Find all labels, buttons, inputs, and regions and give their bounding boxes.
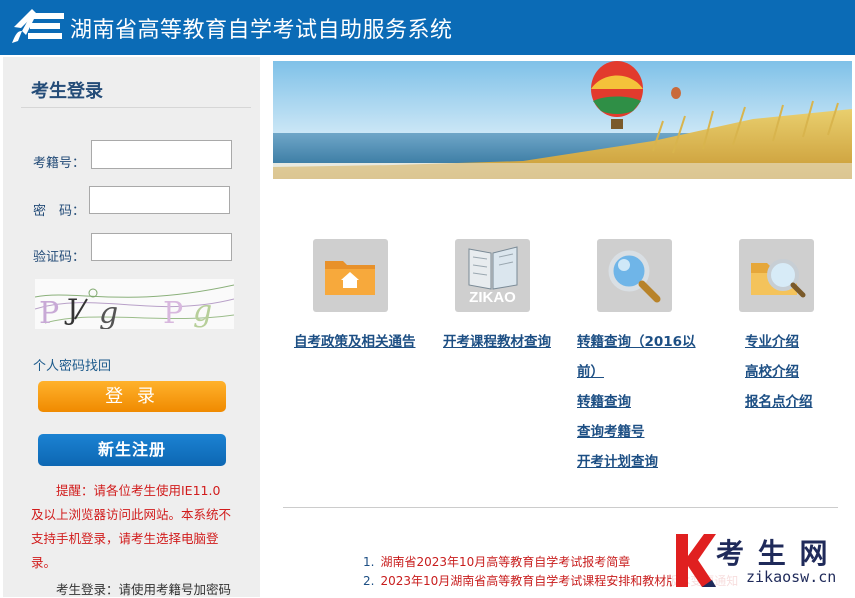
login-title: 考生登录: [31, 81, 103, 102]
transfer-query-link[interactable]: 转籍查询: [577, 390, 631, 410]
news-number: 2.: [363, 574, 375, 588]
tile-policy[interactable]: [313, 239, 388, 312]
transfer-query-old-link[interactable]: 转籍查询（2016以: [577, 330, 696, 350]
login-hint: 考生登录：请使用考籍号加密码: [56, 582, 232, 597]
watermark: 考 生 网 zikaosw.cn: [672, 530, 855, 591]
password-label: 密 码：: [33, 204, 86, 219]
magnifier-icon: [608, 250, 661, 303]
news-item[interactable]: 1. 湖南省2023年10月高等教育自学考试报考简章: [363, 553, 630, 570]
login-button[interactable]: 登 录: [38, 381, 226, 412]
major-intro-link[interactable]: 专业介绍: [745, 330, 799, 350]
exam-id-input[interactable]: [91, 140, 232, 169]
exam-plan-query-link[interactable]: 开考计划查询: [577, 450, 658, 470]
registration-point-link[interactable]: 报名点介绍: [745, 390, 813, 410]
divider: [21, 107, 251, 108]
tile-majors[interactable]: [739, 239, 814, 312]
tile-transfer[interactable]: [597, 239, 672, 312]
divider: [283, 507, 838, 508]
svg-text:g: g: [99, 296, 118, 329]
svg-text:g: g: [193, 294, 212, 329]
watermark-main: 考 生 网: [716, 537, 830, 570]
exam-id-query-link[interactable]: 查询考籍号: [577, 420, 645, 440]
zikao-icon-text: ZIKAO: [469, 289, 516, 306]
banner-image: [273, 61, 852, 179]
tile-courses[interactable]: ZIKAO: [455, 239, 530, 312]
news-title[interactable]: 湖南省2023年10月高等教育自学考试报考简章: [380, 555, 630, 569]
captcha-label: 验证码：: [33, 250, 86, 265]
svg-text:P: P: [39, 296, 59, 329]
register-button[interactable]: 新生注册: [38, 434, 226, 466]
folder-search-icon: [751, 259, 806, 298]
news-number: 1.: [363, 555, 375, 569]
folder-home-icon: [325, 261, 375, 295]
college-intro-link[interactable]: 高校介绍: [745, 360, 799, 380]
svg-text:J: J: [64, 293, 78, 326]
captcha-image[interactable]: P J g P g: [35, 279, 234, 329]
forgot-password-link[interactable]: 个人密码找回: [33, 355, 111, 374]
system-title: 湖南省高等教育自学考试自助服务系统: [70, 18, 453, 43]
transfer-query-old-link-cont[interactable]: 前）: [577, 360, 604, 380]
captcha-input[interactable]: [91, 233, 232, 261]
header-bar: 湖南省高等教育自学考试自助服务系统: [0, 0, 855, 55]
policy-link[interactable]: 自考政策及相关通告: [294, 330, 416, 350]
exam-logo-icon: [12, 9, 64, 43]
course-query-link[interactable]: 开考课程教材查询: [443, 330, 551, 350]
exam-id-label: 考籍号：: [33, 156, 86, 171]
watermark-sub: zikaosw.cn: [746, 568, 837, 586]
login-panel: 考生登录 考籍号： 密 码： 验证码： P J g P g 个人密码找回 登 录…: [3, 57, 260, 597]
svg-text:P: P: [163, 296, 183, 329]
browser-notice: 提醒：请各位考生使用IE11.0及以上浏览器访问此网站。本系统不支持手机登录，请…: [31, 483, 232, 570]
password-input[interactable]: [89, 186, 230, 214]
